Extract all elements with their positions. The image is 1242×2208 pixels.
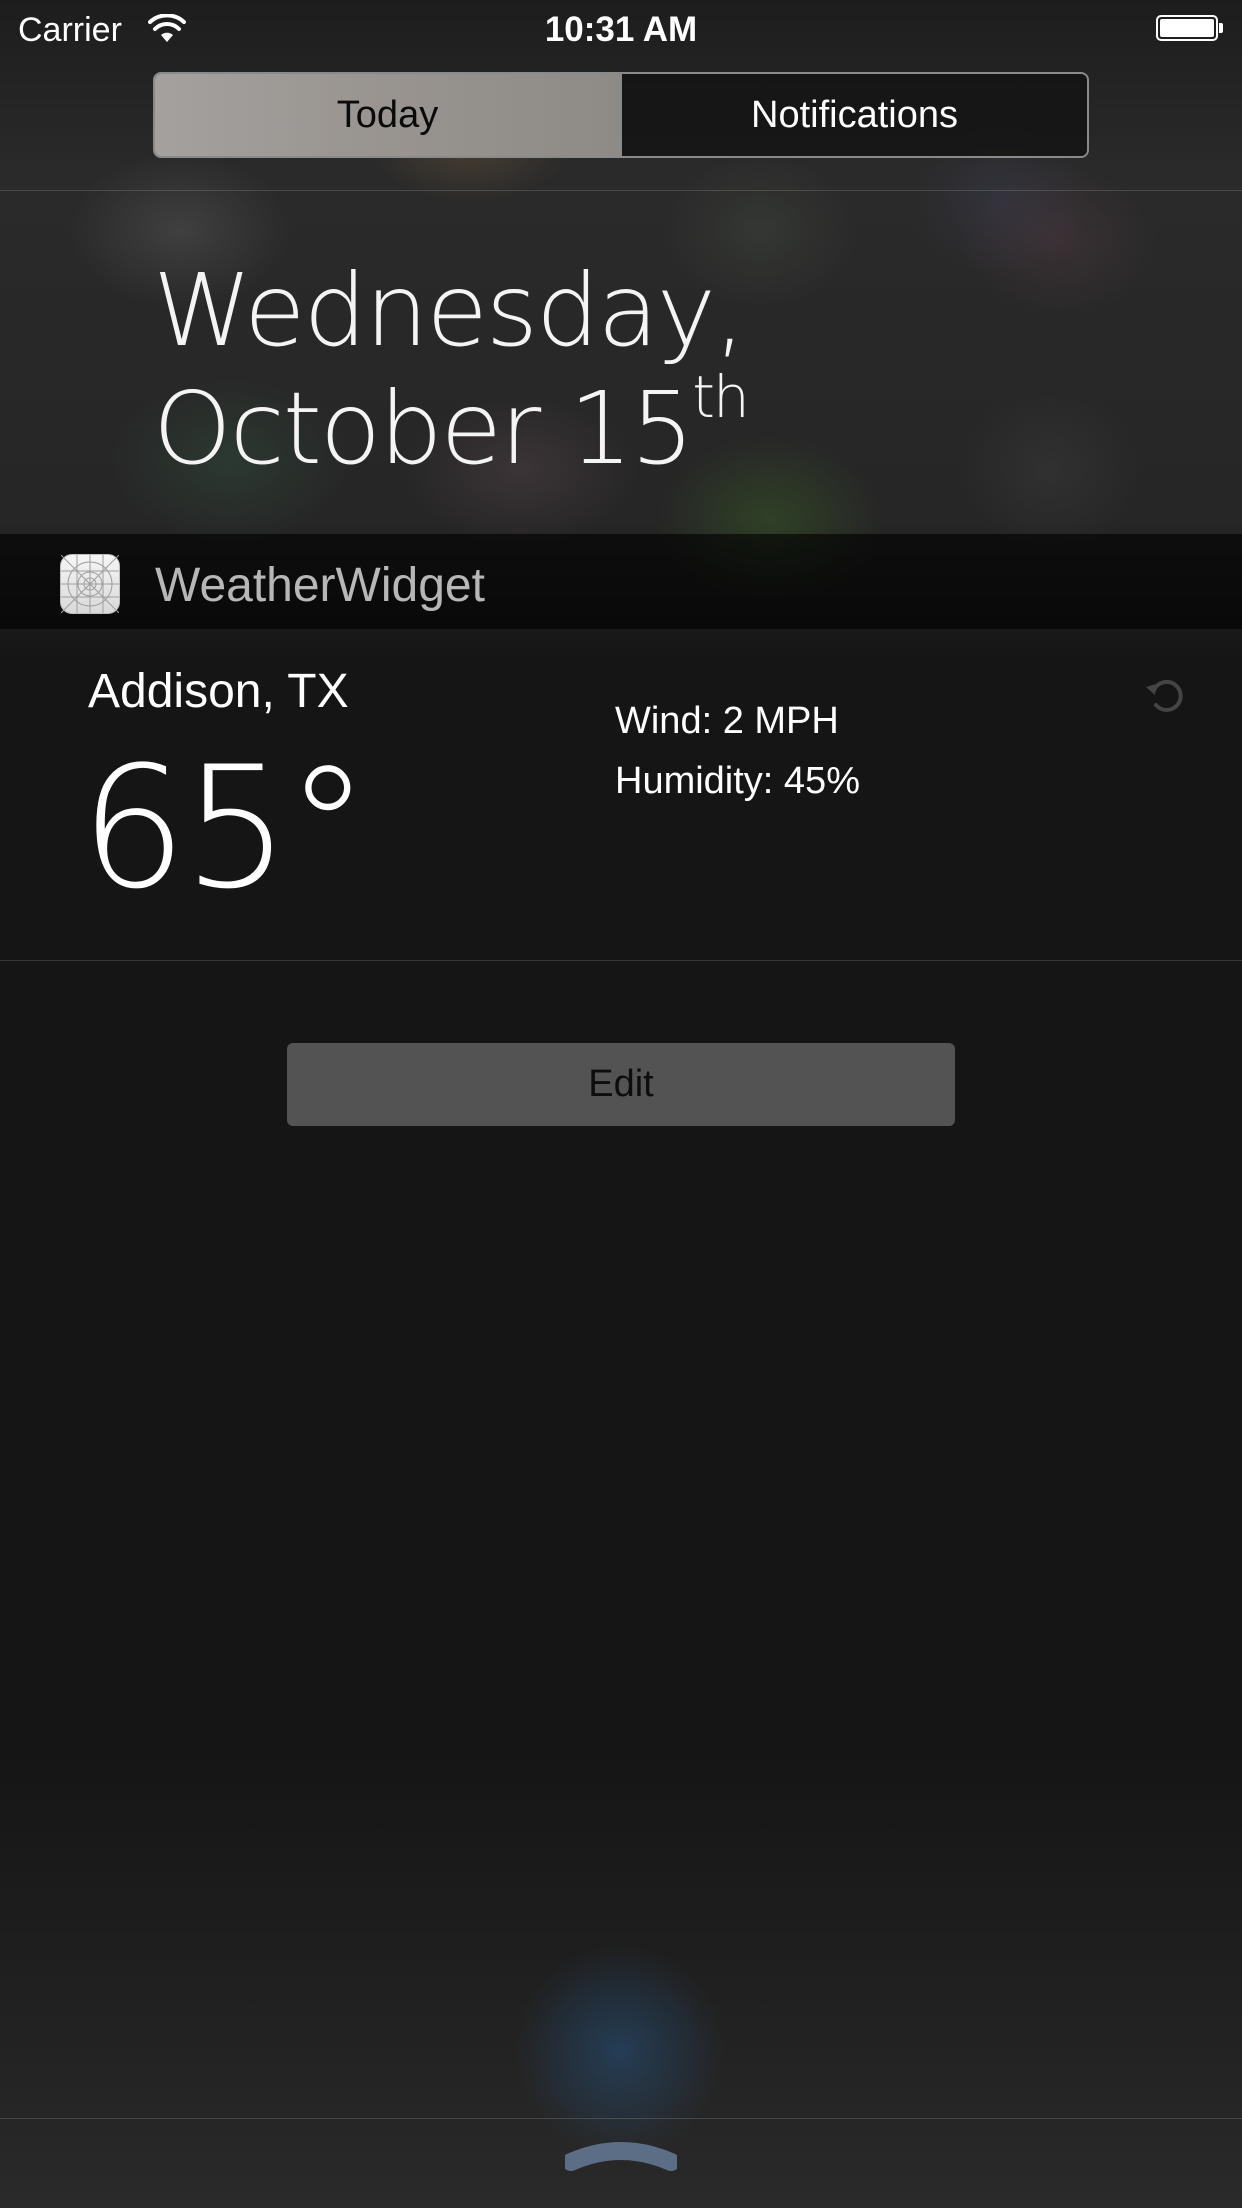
weather-wind: Wind: 2 MPH <box>615 700 839 742</box>
date-heading: Wednesday, October 15th <box>153 252 750 488</box>
tab-notifications[interactable]: Notifications <box>620 74 1087 156</box>
refresh-icon[interactable] <box>1140 670 1192 722</box>
edit-button[interactable]: Edit <box>287 1043 955 1126</box>
divider <box>0 960 1242 961</box>
date-month-day: October 15th <box>153 363 750 488</box>
date-month-day-text: October 15 <box>153 370 694 487</box>
widget-app-name: WeatherWidget <box>155 559 485 612</box>
battery-icon <box>1156 15 1224 45</box>
divider <box>0 190 1242 191</box>
today-notifications-segmented-control: Today Notifications <box>153 72 1089 158</box>
grabber-handle-icon[interactable] <box>562 2138 680 2178</box>
status-clock: 10:31 AM <box>544 10 698 49</box>
battery-level-fill <box>1160 19 1214 37</box>
divider <box>0 2118 1242 2119</box>
tab-today[interactable]: Today <box>155 74 620 156</box>
weather-temperature: 65° <box>80 730 370 926</box>
date-ordinal-suffix: th <box>692 363 749 431</box>
date-weekday: Wednesday, <box>153 252 746 369</box>
status-bar: Carrier 10:31 AM <box>0 0 1242 62</box>
weather-location: Addison, TX <box>88 665 349 718</box>
weather-humidity: Humidity: 45% <box>615 760 860 802</box>
app-icon <box>60 554 120 614</box>
widget-header[interactable]: WeatherWidget <box>0 534 1242 629</box>
